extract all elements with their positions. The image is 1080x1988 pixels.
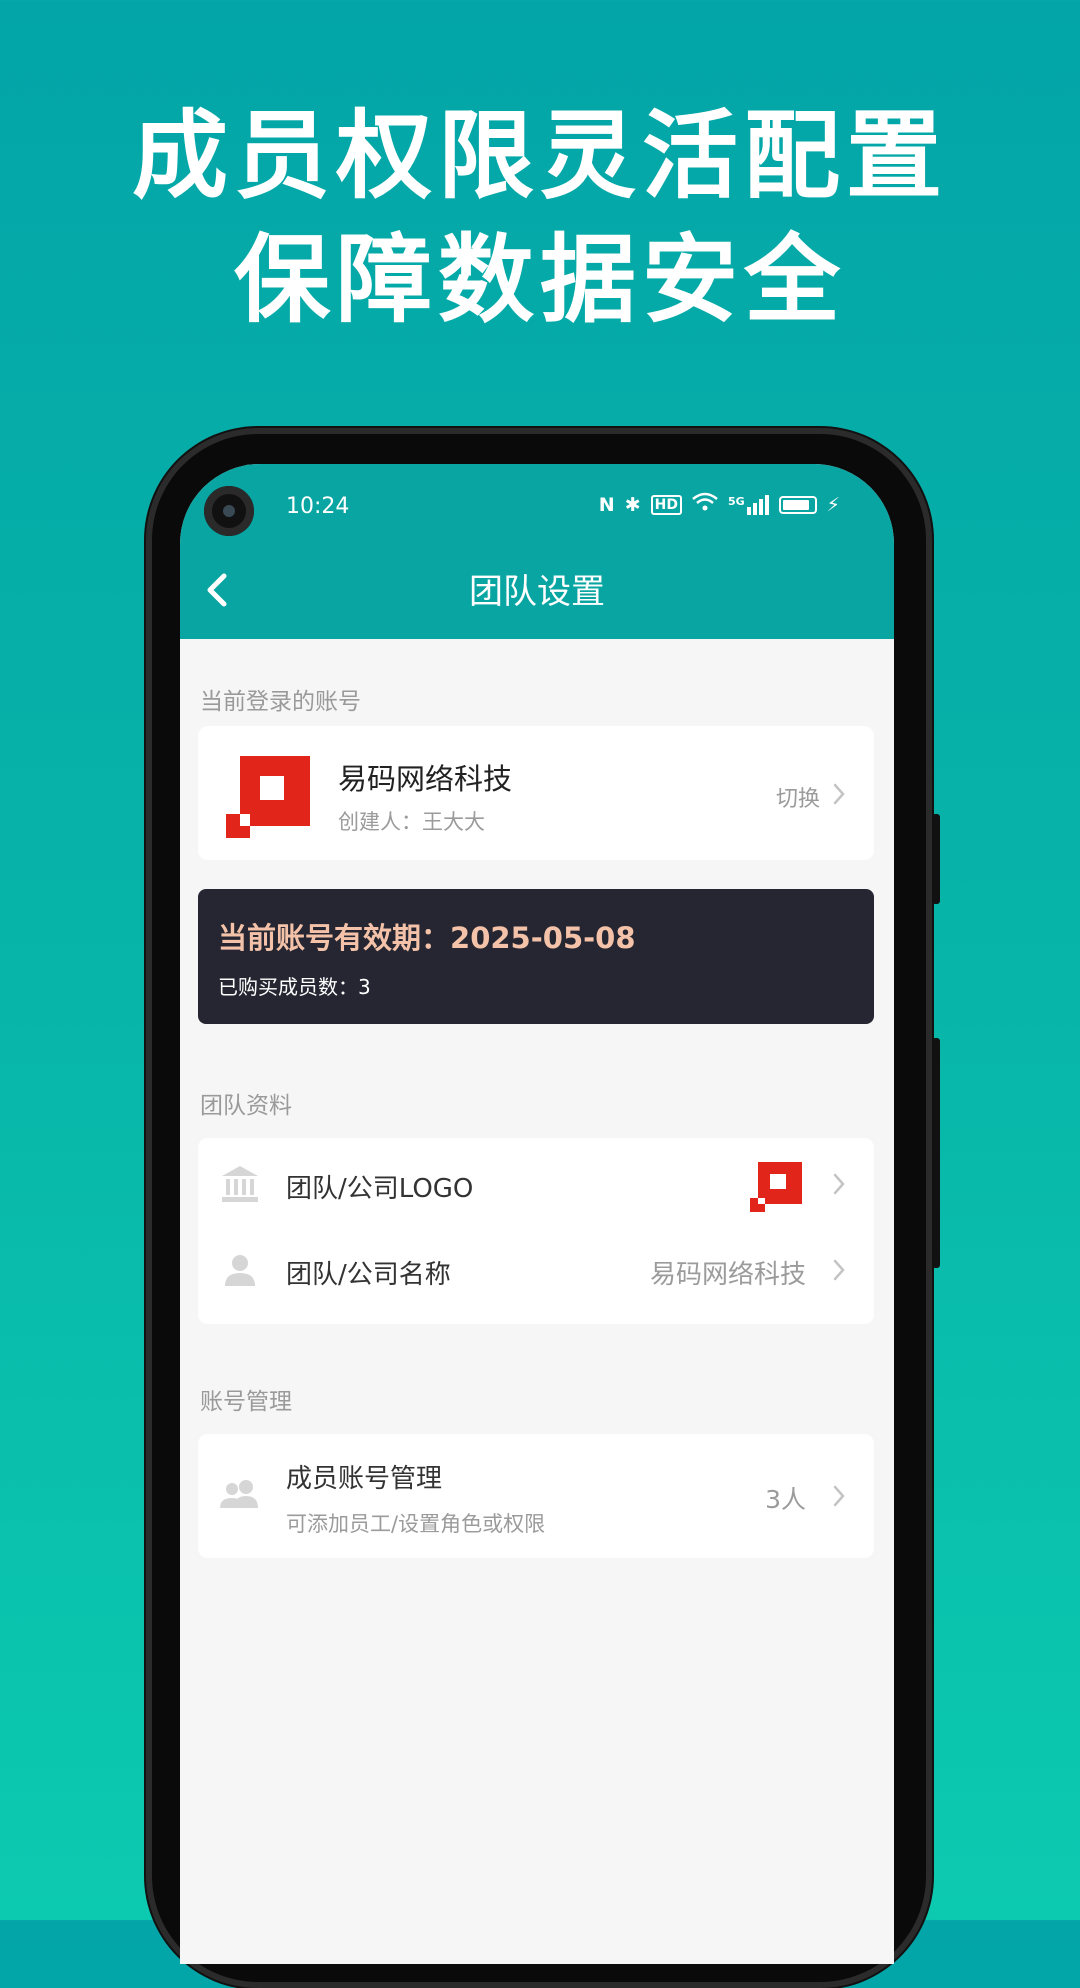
section-label-current-account: 当前登录的账号 [200, 689, 361, 715]
member-management-subtitle: 可添加员工/设置角色或权限 [286, 1512, 546, 1536]
chevron-right-icon [833, 1485, 845, 1507]
wifi-icon [692, 492, 718, 517]
team-logo-row[interactable]: 团队/公司LOGO [198, 1138, 874, 1230]
creator-label: 创建人：王大大 [338, 810, 485, 834]
team-logo-thumbnail [750, 1162, 802, 1212]
chevron-right-icon [833, 1173, 845, 1195]
person-icon [225, 1255, 255, 1286]
team-name-label: 团队/公司名称 [286, 1260, 451, 1290]
status-icons: N ✱ HD 5G ⚡ [599, 492, 840, 517]
team-logo-label: 团队/公司LOGO [286, 1174, 474, 1204]
section-label-team-info: 团队资料 [200, 1093, 292, 1119]
app-screen: 10:24 N ✱ HD 5G ⚡ 团队设置 当前登录的账号 易码网络科技 创建… [180, 464, 894, 1964]
switch-account-button[interactable]: 切换 [776, 781, 820, 813]
current-account-card[interactable]: 易码网络科技 创建人：王大大 切换 [198, 726, 874, 860]
company-name: 易码网络科技 [338, 762, 513, 796]
hd-icon: HD [650, 494, 682, 515]
charging-icon: ⚡ [826, 493, 840, 516]
promo-headline-2: 保障数据安全 [234, 224, 846, 336]
phone-frame: 10:24 N ✱ HD 5G ⚡ 团队设置 当前登录的账号 易码网络科技 创建… [146, 428, 940, 1988]
battery-icon [778, 495, 817, 514]
section-label-account-mgmt: 账号管理 [200, 1389, 292, 1415]
page-title: 团队设置 [469, 572, 605, 612]
member-count: 3人 [765, 1485, 806, 1514]
5g-signal-icon: 5G [727, 494, 769, 515]
phone-side-button [932, 814, 940, 904]
expiry-label: 当前账号有效期： [218, 921, 451, 955]
people-icon [220, 1480, 258, 1508]
members-bought: 已购买成员数：3 [218, 975, 371, 999]
institution-icon [222, 1166, 258, 1202]
member-management-title: 成员账号管理 [286, 1464, 443, 1494]
front-camera [204, 486, 254, 536]
app-header: 10:24 N ✱ HD 5G ⚡ 团队设置 [180, 464, 894, 639]
subscription-card: 当前账号有效期：2025-05-08 已购买成员数：3 [198, 889, 874, 1024]
bluetooth-icon: ✱ [624, 493, 641, 516]
5g-label: 5G [727, 494, 745, 508]
team-name-row[interactable]: 团队/公司名称 易码网络科技 [198, 1230, 874, 1322]
team-info-card: 团队/公司LOGO 团队/公司名称 易码网络科技 [198, 1138, 874, 1324]
status-time: 10:24 [286, 494, 350, 519]
expiry-date: 2025-05-08 [450, 921, 636, 955]
chevron-right-icon [833, 783, 845, 805]
phone-side-button [932, 1038, 940, 1268]
member-management-row[interactable]: 成员账号管理 可添加员工/设置角色或权限 3人 [198, 1434, 874, 1558]
team-name-value: 易码网络科技 [649, 1260, 806, 1290]
company-logo [226, 756, 310, 840]
promo-headline-1: 成员权限灵活配置 [132, 100, 948, 212]
nfc-icon: N [598, 493, 615, 516]
chevron-right-icon [833, 1259, 845, 1281]
